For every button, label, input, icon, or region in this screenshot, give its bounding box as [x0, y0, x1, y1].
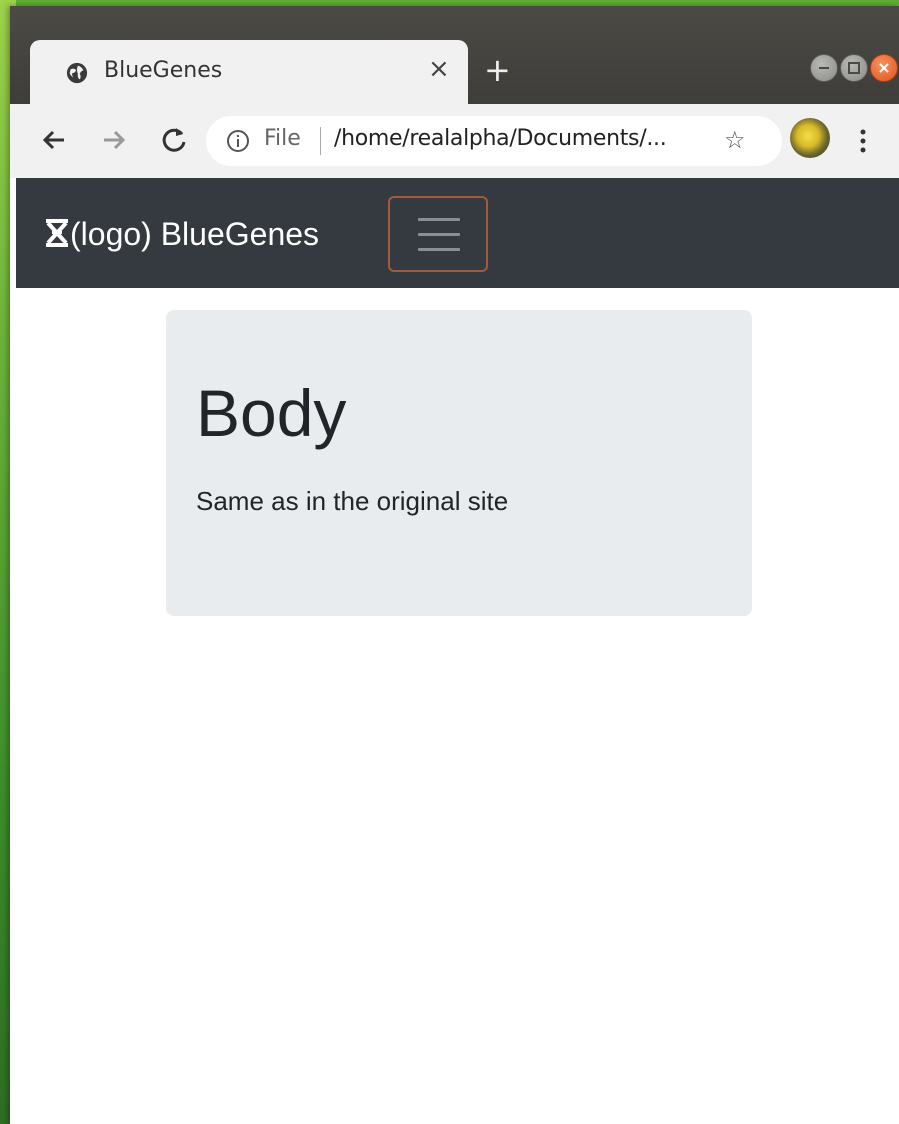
jumbotron: Body Same as in the original site [166, 310, 752, 616]
close-window-button[interactable] [870, 54, 898, 82]
star-icon[interactable]: ☆ [724, 126, 746, 154]
minimize-icon [819, 67, 829, 69]
brand-text: (logo) BlueGenes [70, 216, 320, 252]
url-separator [320, 127, 321, 155]
address-bar[interactable]: File /home/realalpha/Documents/... ☆ [206, 116, 782, 166]
profile-avatar[interactable] [790, 118, 830, 158]
jumbotron-text: Same as in the original site [196, 486, 509, 516]
jumbotron-title: Body [196, 376, 347, 450]
browser-toolbar: File /home/realalpha/Documents/... ☆ [10, 104, 899, 178]
kebab-menu-icon[interactable] [858, 124, 868, 158]
navbar-toggler-button[interactable] [388, 196, 488, 272]
reload-icon[interactable] [156, 122, 192, 158]
url-scheme-label: File [264, 126, 301, 151]
close-icon [879, 63, 889, 73]
url-text[interactable]: /home/realalpha/Documents/... [334, 126, 667, 151]
browser-window: BlueGenes × + File /home/realalpha/Docum… [10, 6, 899, 1124]
forward-arrow-icon[interactable] [96, 122, 132, 158]
info-icon[interactable] [226, 129, 250, 153]
globe-icon [66, 62, 88, 84]
tab-title: BlueGenes [104, 58, 223, 83]
back-arrow-icon[interactable] [36, 122, 72, 158]
page-content: (logo) BlueGenes Body Same as in the ori… [16, 178, 899, 1124]
tab-strip: BlueGenes × + [10, 6, 899, 104]
site-navbar: (logo) BlueGenes [16, 178, 899, 288]
browser-tab[interactable]: BlueGenes × [30, 40, 468, 104]
dna-icon [46, 219, 68, 247]
maximize-button[interactable] [840, 54, 868, 82]
new-tab-button[interactable]: + [484, 50, 511, 90]
navbar-brand[interactable]: (logo) BlueGenes [44, 216, 319, 253]
minimize-button[interactable] [810, 54, 838, 82]
window-controls [800, 54, 899, 84]
maximize-icon [848, 62, 860, 74]
tab-close-button[interactable]: × [428, 54, 450, 84]
